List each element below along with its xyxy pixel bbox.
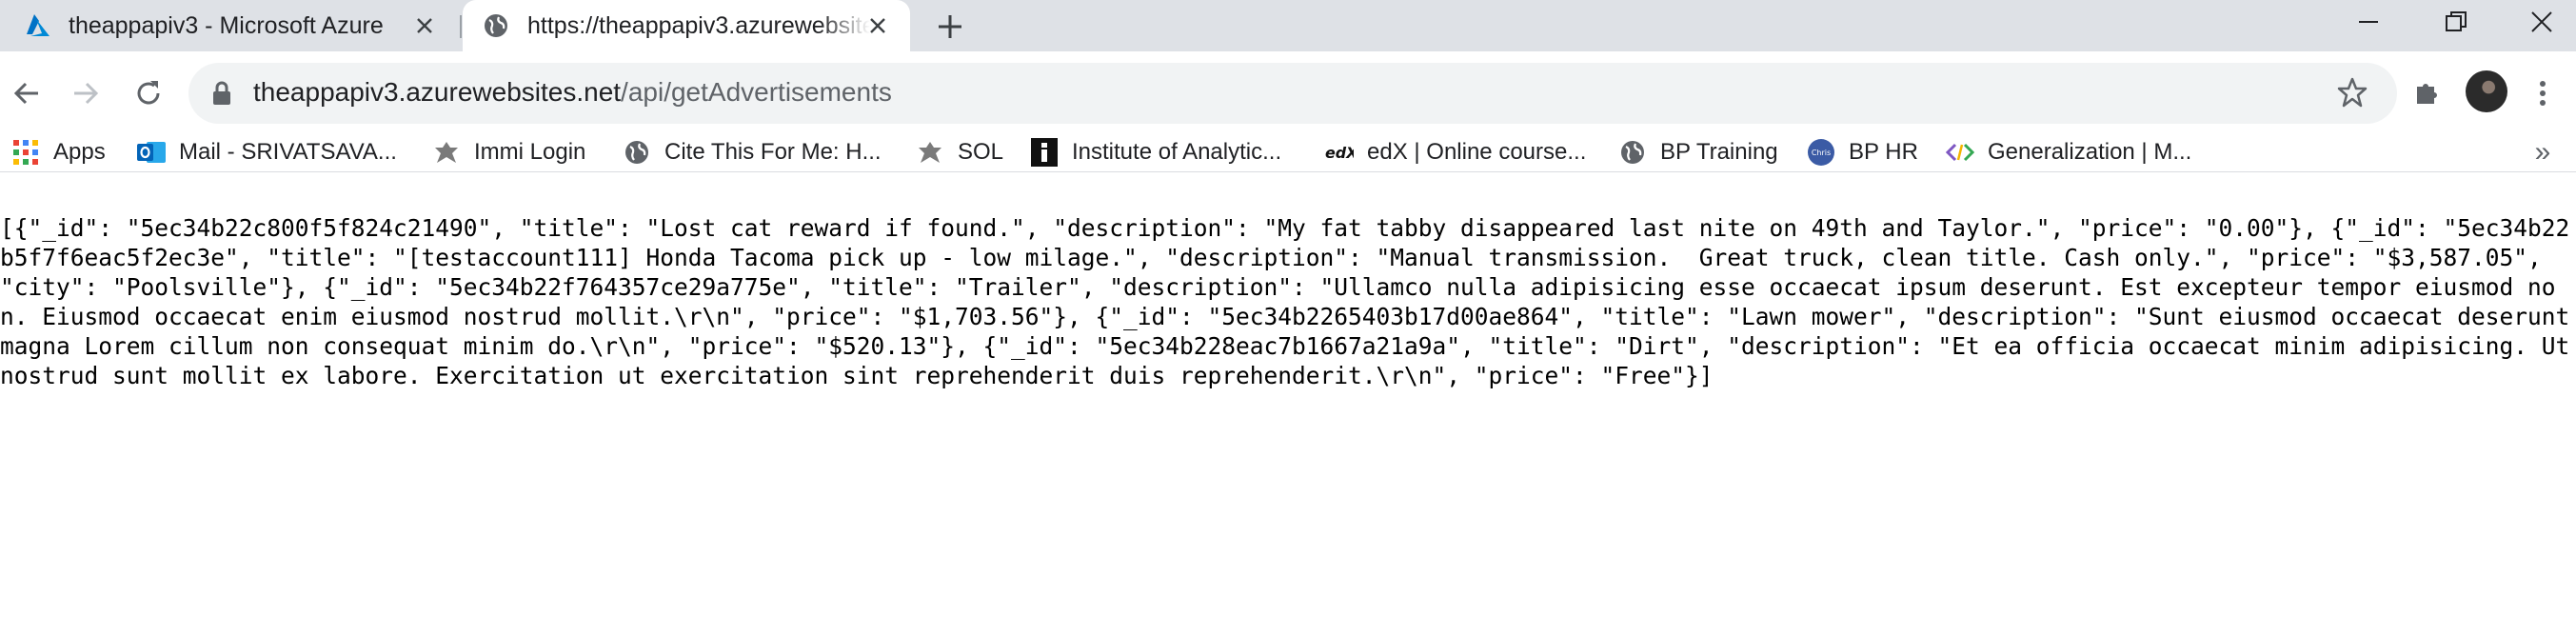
bookmark-institute-of-analytics[interactable]: Institute of Analytic... [1030, 133, 1281, 171]
bookmarks-bar: Apps Mail - SRIVATSAVA... Immi Login Cit… [0, 133, 2576, 172]
edx-icon: edX [1325, 138, 1354, 167]
close-tab-icon[interactable] [409, 10, 440, 41]
minimize-window-icon[interactable] [2330, 0, 2407, 44]
bookmark-apps[interactable]: Apps [11, 133, 106, 171]
lock-icon[interactable] [211, 80, 238, 107]
bookmark-immi-login[interactable]: Immi Login [432, 133, 585, 171]
bookmark-label: edX | Online course... [1367, 139, 1587, 165]
new-tab-plus-icon[interactable] [931, 8, 969, 46]
bookmark-label: BP HR [1849, 139, 1918, 165]
bookmark-cite-this-for-me[interactable]: Cite This For Me: H... [623, 133, 882, 171]
tab-strip: theappapiv3 - Microsoft Azure https://th… [0, 0, 2576, 51]
bookmark-label: Mail - SRIVATSAVA... [179, 139, 397, 165]
bookmark-label: SOL [958, 139, 1004, 165]
url-domain: theappapiv3.azurewebsites.net [253, 77, 622, 107]
crest-icon [432, 138, 461, 167]
close-window-icon[interactable] [2504, 0, 2576, 44]
json-response-body: [{"_id": "5ec34b22c800f5f824c21490", "ti… [0, 214, 2570, 389]
edx-badge-text: edX [1325, 144, 1354, 162]
bookmark-sol[interactable]: SOL [916, 133, 1003, 171]
chris-icon: Chris [1807, 138, 1835, 167]
restore-window-icon[interactable] [2418, 0, 2494, 44]
close-tab-icon[interactable] [862, 10, 893, 41]
apps-grid-icon [11, 138, 40, 167]
bookmark-mail[interactable]: Mail - SRIVATSAVA... [137, 133, 397, 171]
bookmark-label: Apps [53, 139, 106, 165]
forward-arrow-icon[interactable] [65, 72, 107, 114]
bookmark-star-icon[interactable] [2336, 76, 2370, 110]
browser-toolbar: theappapiv3.azurewebsites.net/api/getAdv… [0, 51, 2576, 133]
reload-icon[interactable] [128, 72, 169, 114]
globe-icon [1618, 138, 1647, 167]
profile-avatar[interactable] [2466, 70, 2507, 112]
bookmark-generalization[interactable]: Generalization | M... [1946, 133, 2191, 171]
bookmarks-overflow-chevron-icon[interactable]: » [2528, 133, 2557, 171]
azure-icon [21, 10, 53, 42]
chris-badge-text: Chris [1812, 149, 1831, 157]
globe-icon [480, 10, 512, 42]
bookmark-bp-training[interactable]: BP Training [1618, 133, 1778, 171]
url-text: theappapiv3.azurewebsites.net/api/getAdv… [253, 77, 892, 108]
info-icon [1030, 138, 1059, 167]
back-arrow-icon[interactable] [6, 72, 48, 114]
tab-get-advertisements[interactable]: https://theappapiv3.azurewebsites.net/ap… [463, 0, 910, 51]
tab-title: theappapiv3 - Microsoft Azure [69, 11, 384, 39]
url-path: /api/getAdvertisements [621, 77, 892, 107]
crest-icon [916, 138, 944, 167]
bookmark-edx[interactable]: edX edX | Online course... [1325, 133, 1586, 171]
bookmark-bp-hr[interactable]: Chris BP HR [1807, 133, 1918, 171]
bookmark-label: Institute of Analytic... [1072, 139, 1282, 165]
bookmark-label: Immi Login [474, 139, 586, 165]
address-bar[interactable]: theappapiv3.azurewebsites.net/api/getAdv… [188, 63, 2397, 124]
globe-icon [623, 138, 651, 167]
tab-title: https://theappapiv3.azurewebsites.net/ap… [527, 11, 870, 39]
tab-divider [460, 15, 462, 38]
code-icon [1946, 138, 1974, 167]
bookmark-label: BP Training [1660, 139, 1778, 165]
extensions-puzzle-icon[interactable] [2407, 72, 2448, 114]
bookmark-label: Generalization | M... [1988, 139, 2192, 165]
bookmark-label: Cite This For Me: H... [664, 139, 882, 165]
tab-azure[interactable]: theappapiv3 - Microsoft Azure [0, 0, 457, 51]
more-menu-icon[interactable] [2528, 72, 2557, 114]
outlook-icon [137, 138, 166, 167]
